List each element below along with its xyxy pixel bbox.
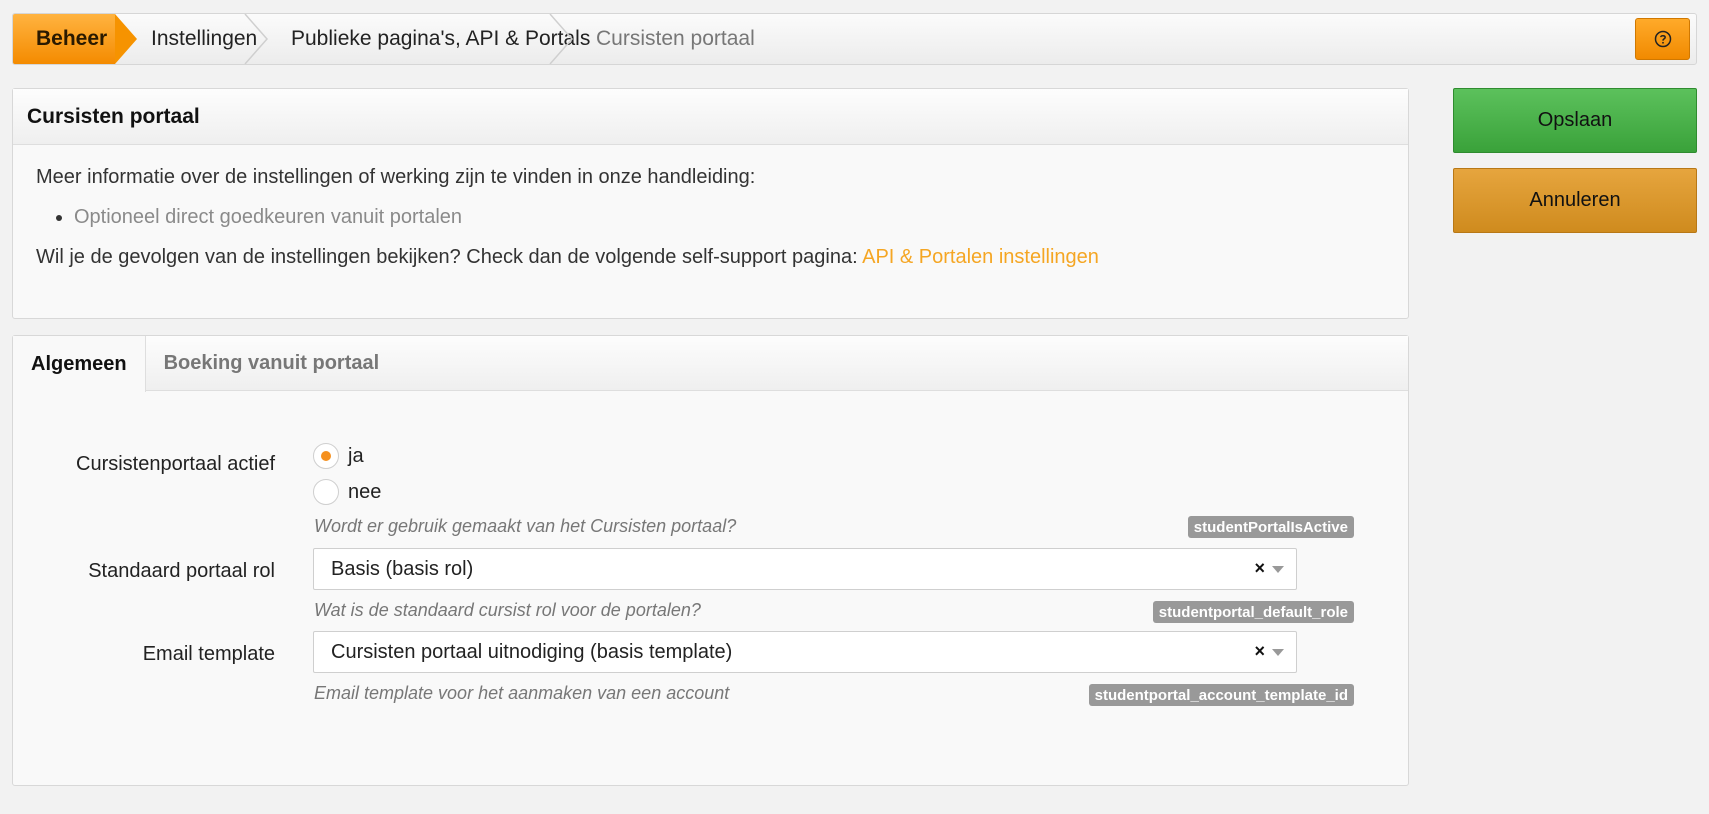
breadcrumb: Beheer Instellingen Publieke pagina's, A… (12, 13, 1697, 65)
default-role-help: Wat is de standaard cursist rol voor de … (314, 600, 701, 620)
field-key-badge: studentPortalIsActive (1187, 516, 1354, 538)
chevron-down-icon[interactable] (1272, 649, 1284, 656)
portal-active-help: Wordt er gebruik gemaakt van het Cursist… (314, 516, 737, 536)
radio-button[interactable] (313, 443, 339, 469)
radio-label: ja (348, 444, 364, 467)
email-template-select[interactable]: Cursisten portaal uitnodiging (basis tem… (313, 631, 1297, 673)
breadcrumb-item-beheer[interactable]: Beheer (13, 14, 115, 64)
support-text: Wil je de gevolgen van de instellingen b… (36, 246, 858, 268)
breadcrumb-label: Beheer (36, 27, 108, 50)
support-link[interactable]: API & Portalen instellingen (862, 246, 1099, 268)
info-link-list: Optioneel direct goedkeuren vanuit porta… (36, 205, 1385, 230)
cancel-button-label: Annuleren (1529, 189, 1621, 211)
info-panel: Cursisten portaal Meer informatie over d… (12, 88, 1409, 319)
info-intro: Meer informatie over de instellingen of … (36, 166, 756, 188)
manual-link[interactable]: Optioneel direct goedkeuren vanuit porta… (74, 206, 462, 228)
list-item: Optioneel direct goedkeuren vanuit porta… (74, 205, 1385, 230)
breadcrumb-label: Instellingen (151, 27, 258, 50)
tab-label: Algemeen (31, 352, 127, 375)
breadcrumb-item-current: Cursisten portaal (596, 14, 755, 64)
settings-form-panel: Algemeen Boeking vanuit portaal Cursiste… (12, 335, 1409, 786)
question-circle-icon (1654, 30, 1671, 48)
field-key-badge: studentportal_account_template_id (1088, 684, 1354, 706)
radio-option-ja[interactable]: ja (313, 443, 364, 469)
cancel-button[interactable]: Annuleren (1453, 168, 1697, 233)
select-value: Basis (basis rol) (331, 557, 474, 580)
breadcrumb-separator (549, 14, 573, 64)
default-role-label: Standaard portaal rol (88, 560, 275, 582)
save-button-label: Opslaan (1537, 109, 1613, 131)
breadcrumb-item-publieke-paginas[interactable]: Publieke pagina's, API & Portals (291, 14, 590, 64)
select-value: Cursisten portaal uitnodiging (basis tem… (331, 640, 733, 663)
tab-bar: Algemeen Boeking vanuit portaal (13, 336, 1408, 392)
radio-button[interactable] (313, 479, 339, 505)
tab-algemeen[interactable]: Algemeen (13, 336, 146, 392)
tab-label: Boeking vanuit portaal (163, 351, 380, 374)
breadcrumb-separator (115, 14, 137, 64)
field-key-badge: studentportal_default_role (1152, 601, 1354, 623)
email-template-help: Email template voor het aanmaken van een… (314, 683, 730, 703)
breadcrumb-label: Cursisten portaal (596, 27, 755, 50)
help-button[interactable] (1635, 18, 1690, 60)
default-role-select[interactable]: Basis (basis rol) × (313, 548, 1297, 590)
breadcrumb-item-instellingen[interactable]: Instellingen (151, 14, 257, 64)
support-paragraph: Wil je de gevolgen van de instellingen b… (36, 245, 1385, 270)
clear-icon[interactable]: × (1254, 558, 1265, 579)
info-body: Meer informatie over de instellingen of … (13, 145, 1408, 305)
radio-label: nee (348, 480, 382, 503)
email-template-label: Email template (142, 643, 275, 665)
tab-boeking-vanuit-portaal[interactable]: Boeking vanuit portaal (146, 336, 398, 390)
breadcrumb-separator (244, 14, 268, 64)
clear-icon[interactable]: × (1254, 641, 1265, 662)
save-button[interactable]: Opslaan (1453, 88, 1697, 153)
radio-option-nee[interactable]: nee (313, 479, 381, 505)
panel-title: Cursisten portaal (13, 89, 1408, 145)
radio-selected-dot (321, 451, 331, 461)
chevron-down-icon[interactable] (1272, 566, 1284, 573)
breadcrumb-label: Publieke pagina's, API & Portals (291, 27, 591, 50)
portal-active-label: Cursistenportaal actief (76, 453, 275, 475)
